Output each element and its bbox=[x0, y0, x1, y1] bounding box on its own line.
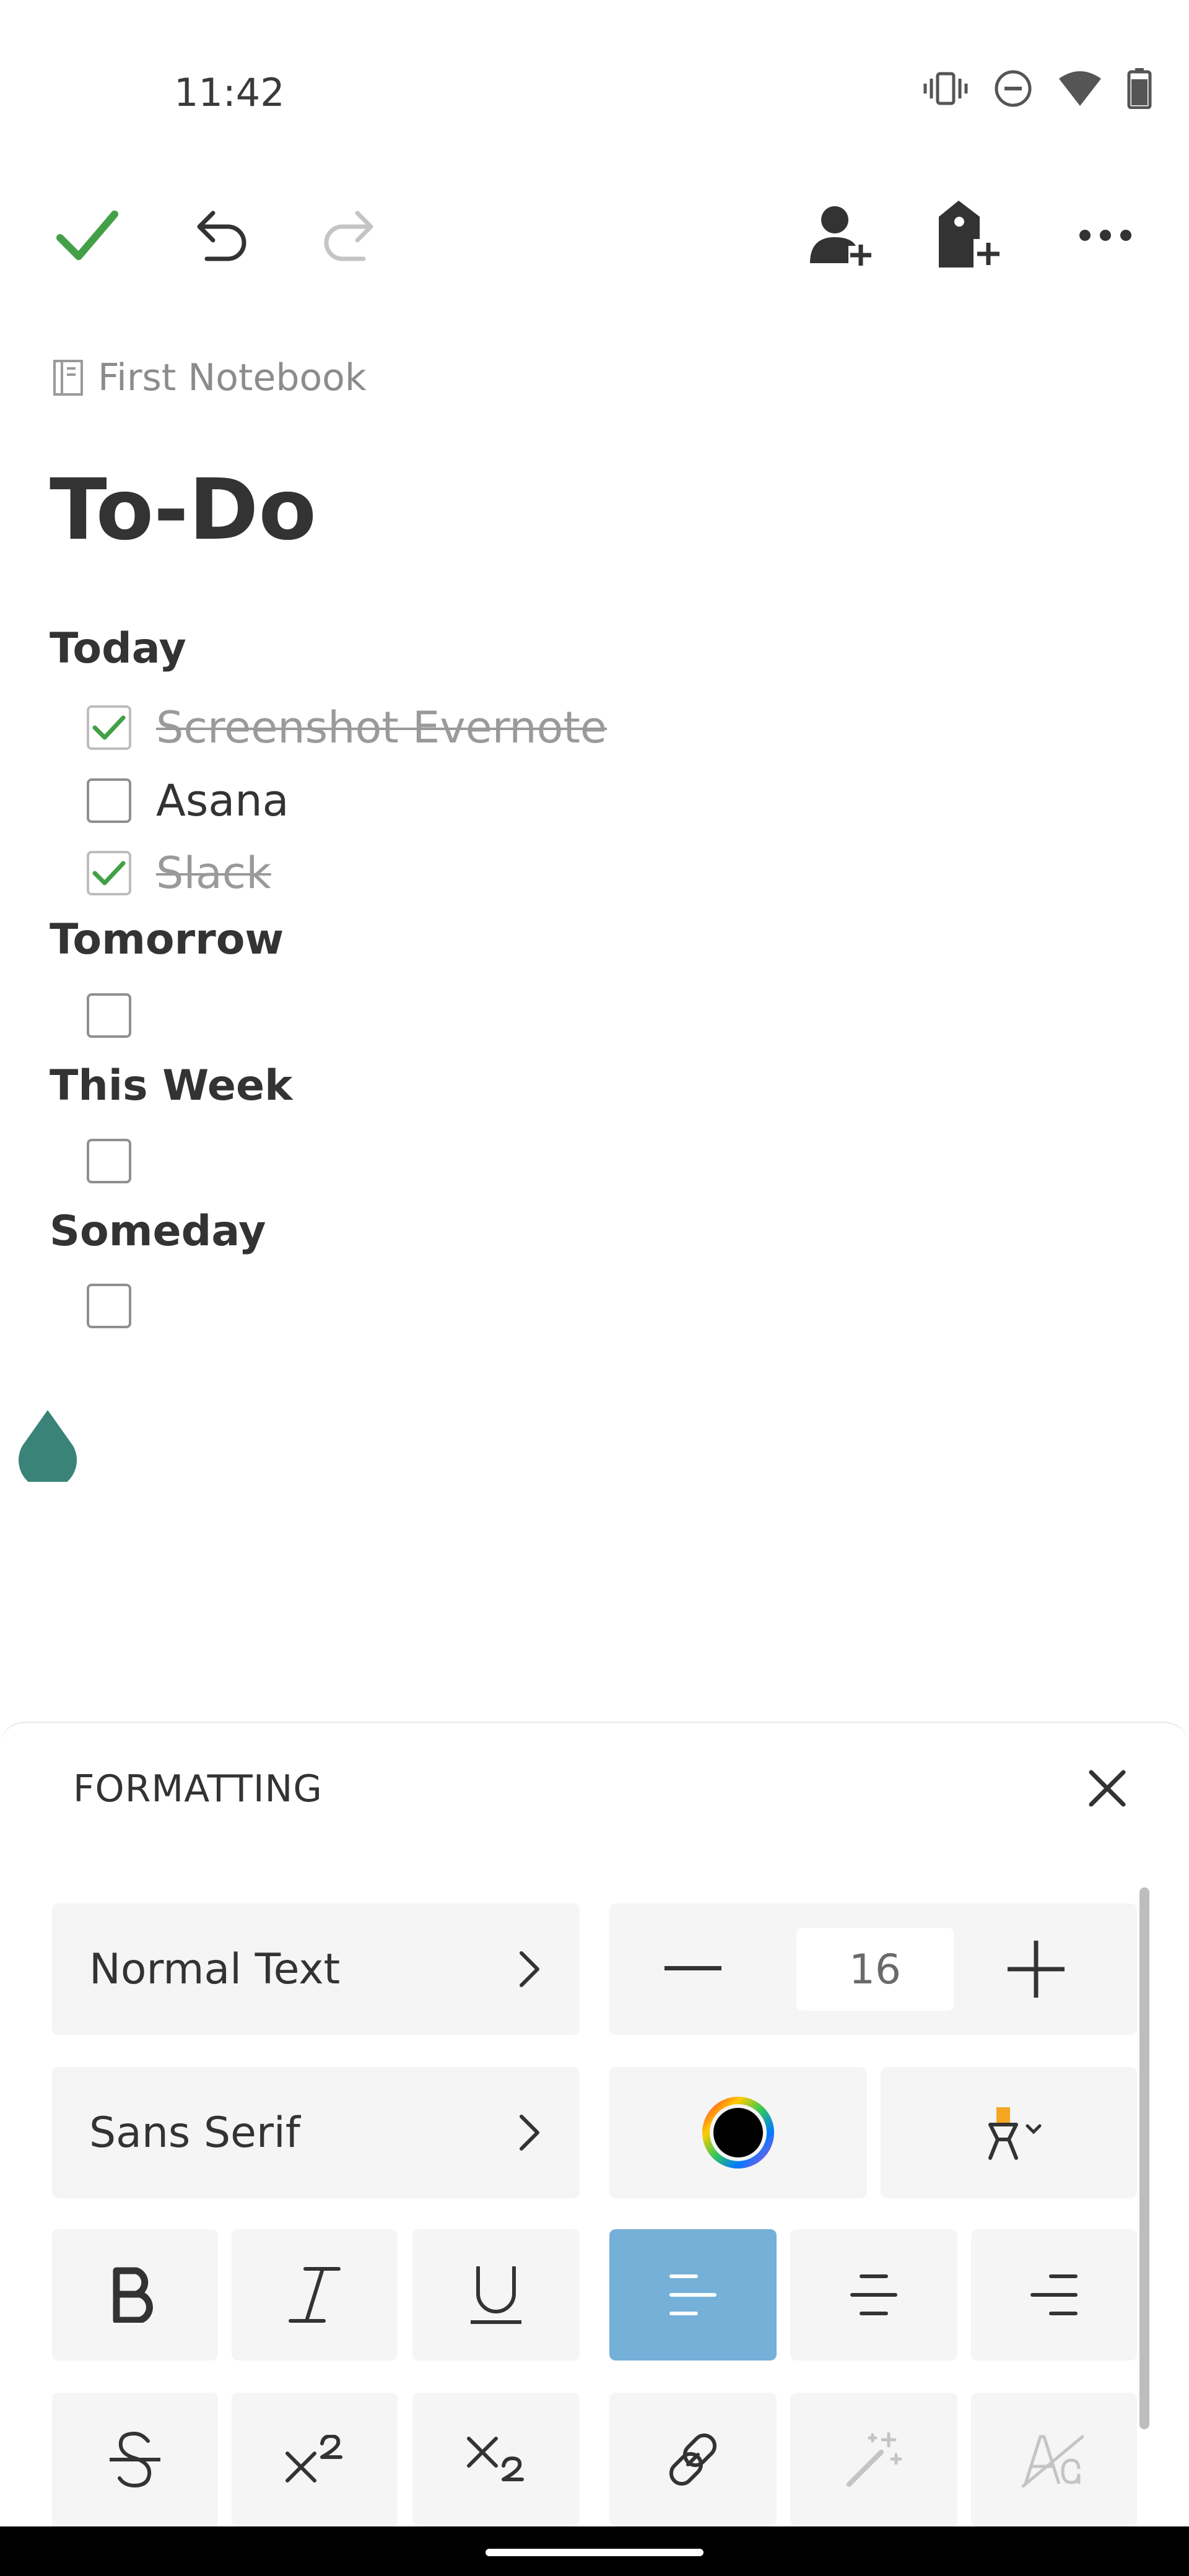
align-center-icon bbox=[850, 2273, 898, 2317]
done-button[interactable] bbox=[47, 195, 128, 276]
checkbox[interactable] bbox=[87, 778, 131, 823]
formatting-title: FORMATTING bbox=[73, 1767, 323, 1811]
checkbox-checked[interactable] bbox=[87, 851, 131, 895]
todo-text[interactable]: Asana bbox=[156, 775, 289, 826]
chevron-right-icon bbox=[518, 1949, 542, 1989]
notebook-icon bbox=[52, 359, 84, 397]
checkbox[interactable] bbox=[87, 1139, 131, 1183]
todo-item[interactable]: Screenshot Evernote bbox=[87, 702, 607, 753]
link-icon bbox=[663, 2430, 723, 2489]
redo-icon bbox=[320, 204, 382, 266]
check-icon bbox=[92, 859, 126, 887]
notebook-name: First Notebook bbox=[98, 356, 367, 399]
checkbox[interactable] bbox=[87, 993, 131, 1038]
add-tag-button[interactable] bbox=[930, 195, 1011, 276]
add-tag-icon bbox=[936, 198, 1004, 272]
todo-text[interactable]: Slack bbox=[156, 848, 271, 899]
superscript-icon bbox=[284, 2435, 346, 2484]
superscript-button[interactable] bbox=[232, 2393, 398, 2526]
font-family-selector[interactable]: Sans Serif bbox=[52, 2067, 580, 2198]
text-color-button[interactable] bbox=[609, 2067, 867, 2198]
notebook-selector[interactable]: First Notebook bbox=[52, 356, 367, 399]
todo-item[interactable] bbox=[87, 1139, 156, 1183]
bold-button[interactable] bbox=[52, 2229, 218, 2361]
text-style-selector[interactable]: Normal Text bbox=[52, 1904, 580, 2035]
todo-item[interactable]: Asana bbox=[87, 775, 289, 826]
undo-icon bbox=[188, 204, 250, 266]
section-heading[interactable]: This Week bbox=[50, 1061, 292, 1110]
underline-button[interactable] bbox=[412, 2229, 580, 2361]
todo-text[interactable]: Screenshot Evernote bbox=[156, 702, 607, 753]
link-button[interactable] bbox=[609, 2393, 777, 2526]
minus-icon bbox=[664, 1966, 721, 1972]
cursor-handle[interactable] bbox=[16, 1409, 79, 1482]
section-heading[interactable]: Tomorrow bbox=[50, 915, 284, 964]
status-time: 11:42 bbox=[174, 70, 285, 115]
font-size-value[interactable]: 16 bbox=[796, 1928, 954, 2011]
undo-button[interactable] bbox=[179, 195, 259, 276]
check-icon bbox=[56, 209, 118, 261]
decrease-size-button[interactable] bbox=[653, 1929, 733, 2009]
todo-item[interactable] bbox=[87, 1284, 156, 1328]
close-icon bbox=[1088, 1769, 1126, 1808]
color-wheel-icon bbox=[701, 2095, 775, 2170]
checkbox-checked[interactable] bbox=[87, 705, 131, 750]
subscript-icon bbox=[465, 2435, 527, 2484]
todo-item[interactable] bbox=[87, 993, 156, 1038]
todo-item[interactable]: Slack bbox=[87, 848, 271, 899]
share-button[interactable] bbox=[801, 195, 882, 276]
bold-icon bbox=[110, 2267, 160, 2323]
battery-icon bbox=[1127, 68, 1152, 109]
italic-icon bbox=[287, 2265, 342, 2325]
font-family-value: Sans Serif bbox=[89, 2108, 300, 2157]
dnd-icon bbox=[993, 69, 1033, 108]
align-left-icon bbox=[669, 2273, 717, 2317]
wifi-icon bbox=[1058, 70, 1102, 107]
strikethrough-icon bbox=[107, 2430, 163, 2489]
highlighter-icon bbox=[972, 2105, 1046, 2160]
strikethrough-button[interactable] bbox=[52, 2393, 218, 2526]
subscript-button[interactable] bbox=[412, 2393, 580, 2526]
font-size-control: 16 bbox=[609, 1904, 1137, 2035]
more-icon bbox=[1078, 228, 1133, 243]
more-button[interactable] bbox=[1065, 195, 1146, 276]
magic-wand-icon bbox=[844, 2430, 904, 2489]
align-right-icon bbox=[1030, 2273, 1078, 2317]
home-gesture-pill[interactable] bbox=[486, 2549, 703, 2556]
text-style-value: Normal Text bbox=[89, 1944, 341, 1994]
align-left-button[interactable] bbox=[609, 2229, 777, 2361]
increase-size-button[interactable] bbox=[996, 1929, 1076, 2009]
vibrate-icon bbox=[923, 70, 969, 107]
clear-formatting-button bbox=[971, 2393, 1137, 2526]
section-heading[interactable]: Today bbox=[50, 624, 186, 673]
share-user-icon bbox=[808, 201, 876, 269]
note-title[interactable]: To-Do bbox=[50, 461, 316, 559]
italic-button[interactable] bbox=[232, 2229, 398, 2361]
magic-wand-button bbox=[790, 2393, 957, 2526]
check-icon bbox=[92, 714, 126, 741]
align-center-button[interactable] bbox=[790, 2229, 957, 2361]
highlight-button[interactable] bbox=[881, 2067, 1137, 2198]
section-heading[interactable]: Someday bbox=[50, 1207, 266, 1256]
close-formatting-button[interactable] bbox=[1068, 1749, 1146, 1827]
underline-icon bbox=[468, 2264, 524, 2326]
redo-button[interactable] bbox=[311, 195, 391, 276]
plus-icon bbox=[1008, 1941, 1065, 1998]
chevron-right-icon bbox=[518, 2113, 542, 2152]
checkbox[interactable] bbox=[87, 1284, 131, 1328]
status-icons bbox=[923, 68, 1152, 109]
align-right-button[interactable] bbox=[971, 2229, 1137, 2361]
clear-formatting-icon bbox=[1022, 2432, 1086, 2487]
panel-scrollbar[interactable] bbox=[1139, 1887, 1149, 2429]
